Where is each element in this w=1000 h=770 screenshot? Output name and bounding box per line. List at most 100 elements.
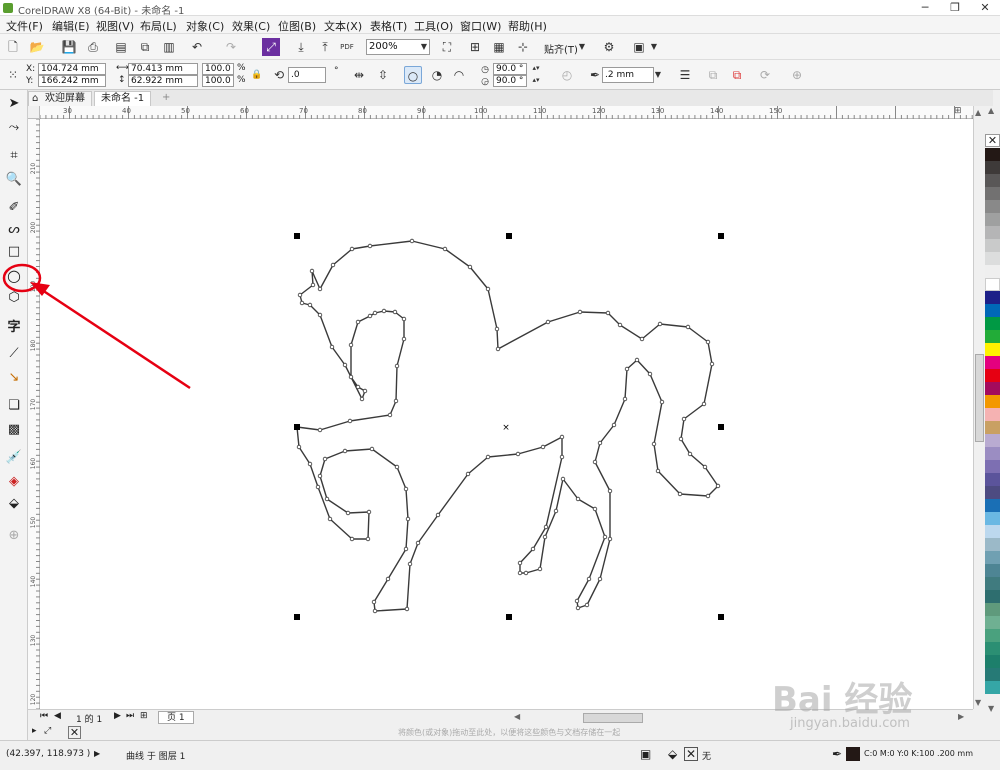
rectangle-tool-icon[interactable]: □ [4, 242, 24, 262]
to-back-icon[interactable]: ⧉ [728, 66, 746, 84]
paste-icon[interactable]: ▥ [160, 38, 178, 56]
horizontal-ruler[interactable]: 30 40 50 60 70 80 90 100 110 120 130 140… [40, 106, 973, 119]
color-swatch[interactable] [985, 590, 1000, 603]
vertical-ruler[interactable]: 210 200 190 180 170 160 150 140 130 120 [28, 119, 40, 709]
arc-mode-icon[interactable]: ◠ [450, 66, 468, 84]
y-position-input[interactable]: 166.242 mm [38, 75, 106, 87]
color-swatch[interactable] [985, 265, 1000, 278]
color-swatch[interactable] [985, 317, 1000, 330]
change-direction-icon[interactable]: ◴ [558, 66, 576, 84]
color-swatch[interactable] [985, 382, 1000, 395]
undo-icon[interactable]: ↶ [188, 38, 206, 56]
menu-window[interactable]: 窗口(W) [460, 18, 501, 34]
color-swatch[interactable] [985, 499, 1000, 512]
color-swatch[interactable] [985, 564, 1000, 577]
vertical-scrollbar[interactable]: ▲ ▼ [973, 106, 985, 709]
menu-object[interactable]: 对象(C) [186, 18, 224, 34]
search-content-icon[interactable]: ⤢ [262, 38, 280, 56]
chevron-down-icon[interactable]: ▼ [648, 38, 660, 56]
menu-bitmaps[interactable]: 位图(B) [278, 18, 316, 34]
ellipse-mode-icon[interactable]: ○ [404, 66, 422, 84]
horse-curve-drawing[interactable]: × [40, 119, 973, 709]
cut-icon[interactable]: ▤ [112, 38, 130, 56]
color-swatch[interactable] [985, 681, 1000, 694]
menu-view[interactable]: 视图(V) [96, 18, 134, 34]
color-swatch[interactable] [985, 434, 1000, 447]
color-swatch[interactable] [985, 252, 1000, 265]
color-swatch[interactable] [985, 343, 1000, 356]
color-swatch[interactable] [985, 187, 1000, 200]
color-swatch[interactable] [985, 577, 1000, 590]
color-swatch[interactable] [985, 200, 1000, 213]
color-swatch[interactable] [985, 551, 1000, 564]
color-swatch[interactable] [985, 226, 1000, 239]
palette-menu-icon[interactable]: ▸ [32, 726, 37, 736]
restore-button[interactable]: ❐ [940, 0, 970, 16]
color-swatch[interactable] [985, 512, 1000, 525]
new-document-icon[interactable]: 🗋 [4, 38, 22, 56]
color-swatch[interactable] [985, 525, 1000, 538]
interactive-fill-icon[interactable]: ◈ [4, 472, 24, 492]
dimension-tool-icon[interactable]: ⟋ [4, 344, 24, 364]
menu-layout[interactable]: 布局(L) [140, 18, 177, 34]
ellipse-tool-icon[interactable]: ○ [4, 266, 24, 286]
color-swatch[interactable] [985, 291, 1000, 304]
mirror-vertical-icon[interactable]: ⇳ [374, 66, 392, 84]
scroll-down-icon[interactable]: ▼ [975, 698, 981, 707]
menu-help[interactable]: 帮助(H) [508, 18, 547, 34]
polygon-tool-icon[interactable]: ⬡ [4, 288, 24, 308]
close-button[interactable]: ✕ [970, 0, 1000, 16]
color-swatch[interactable] [985, 408, 1000, 421]
outline-width-input[interactable]: .2 mm [602, 67, 654, 83]
color-swatch[interactable] [985, 395, 1000, 408]
copy-icon[interactable]: ⧉ [136, 38, 154, 56]
full-screen-icon[interactable]: ⛶ [438, 38, 456, 56]
palette-scroll-down-icon[interactable]: ▼ [988, 704, 994, 713]
freehand-tool-icon[interactable]: ✐ [4, 198, 24, 218]
h-scroll-thumb[interactable] [583, 713, 643, 723]
color-swatch[interactable] [985, 356, 1000, 369]
shape-tool-icon[interactable]: ⤳ [4, 118, 24, 138]
redo-icon[interactable]: ↷ [222, 38, 240, 56]
palette-scroll-up-icon[interactable]: ▲ [988, 106, 994, 115]
add-icon[interactable]: ⊕ [788, 66, 806, 84]
tab-document[interactable]: 未命名 -1 [94, 91, 152, 106]
application-launcher-icon[interactable]: ▣ [630, 38, 648, 56]
save-icon[interactable]: 💾 [60, 38, 78, 56]
wrap-text-icon[interactable]: ☰ [676, 66, 694, 84]
start-angle-input[interactable]: 90.0 ° [493, 63, 527, 75]
color-swatch[interactable] [985, 330, 1000, 343]
width-input[interactable]: 70.413 mm [128, 63, 198, 75]
color-swatch[interactable] [985, 304, 1000, 317]
print-icon[interactable]: ⎙ [84, 38, 102, 56]
menu-edit[interactable]: 编辑(E) [52, 18, 90, 34]
end-angle-input[interactable]: 90.0 ° [493, 75, 527, 87]
page-tab-1[interactable]: 页 1 [158, 711, 194, 724]
connector-tool-icon[interactable]: ↘ [4, 368, 24, 388]
color-swatch[interactable] [985, 642, 1000, 655]
publish-pdf-icon[interactable]: PDF [338, 38, 356, 56]
options-gear-icon[interactable]: ⚙ [600, 38, 618, 56]
start-angle-spinner[interactable]: ▴▾ [528, 62, 544, 74]
drawing-canvas[interactable]: × [40, 119, 973, 709]
tab-welcome-screen[interactable]: ⌂ 欢迎屏幕 [28, 91, 92, 106]
add-page-icon[interactable]: ⊞ [140, 711, 148, 721]
export-icon[interactable]: ⤒ [316, 38, 334, 56]
no-color-swatch-icon[interactable]: ✕ [985, 134, 1000, 147]
fill-none-swatch-icon[interactable]: ✕ [684, 747, 698, 761]
color-swatch[interactable] [985, 239, 1000, 252]
chevron-down-icon[interactable]: ▼ [418, 38, 430, 56]
color-proof-icon[interactable]: ▣ [640, 747, 651, 761]
color-swatch[interactable] [985, 148, 1000, 161]
color-swatch[interactable] [985, 460, 1000, 473]
mirror-horizontal-icon[interactable]: ⇹ [350, 66, 368, 84]
first-page-icon[interactable]: ⏮ [40, 711, 48, 721]
color-swatch[interactable] [985, 421, 1000, 434]
outline-pen-icon[interactable]: ✒ [832, 747, 842, 761]
color-swatch[interactable] [985, 369, 1000, 382]
scroll-up-icon[interactable]: ▲ [975, 108, 981, 117]
crop-tool-icon[interactable]: ⌗ [4, 146, 24, 166]
color-swatch[interactable] [985, 603, 1000, 616]
color-swatch[interactable] [985, 174, 1000, 187]
minimize-button[interactable]: ─ [910, 0, 940, 16]
